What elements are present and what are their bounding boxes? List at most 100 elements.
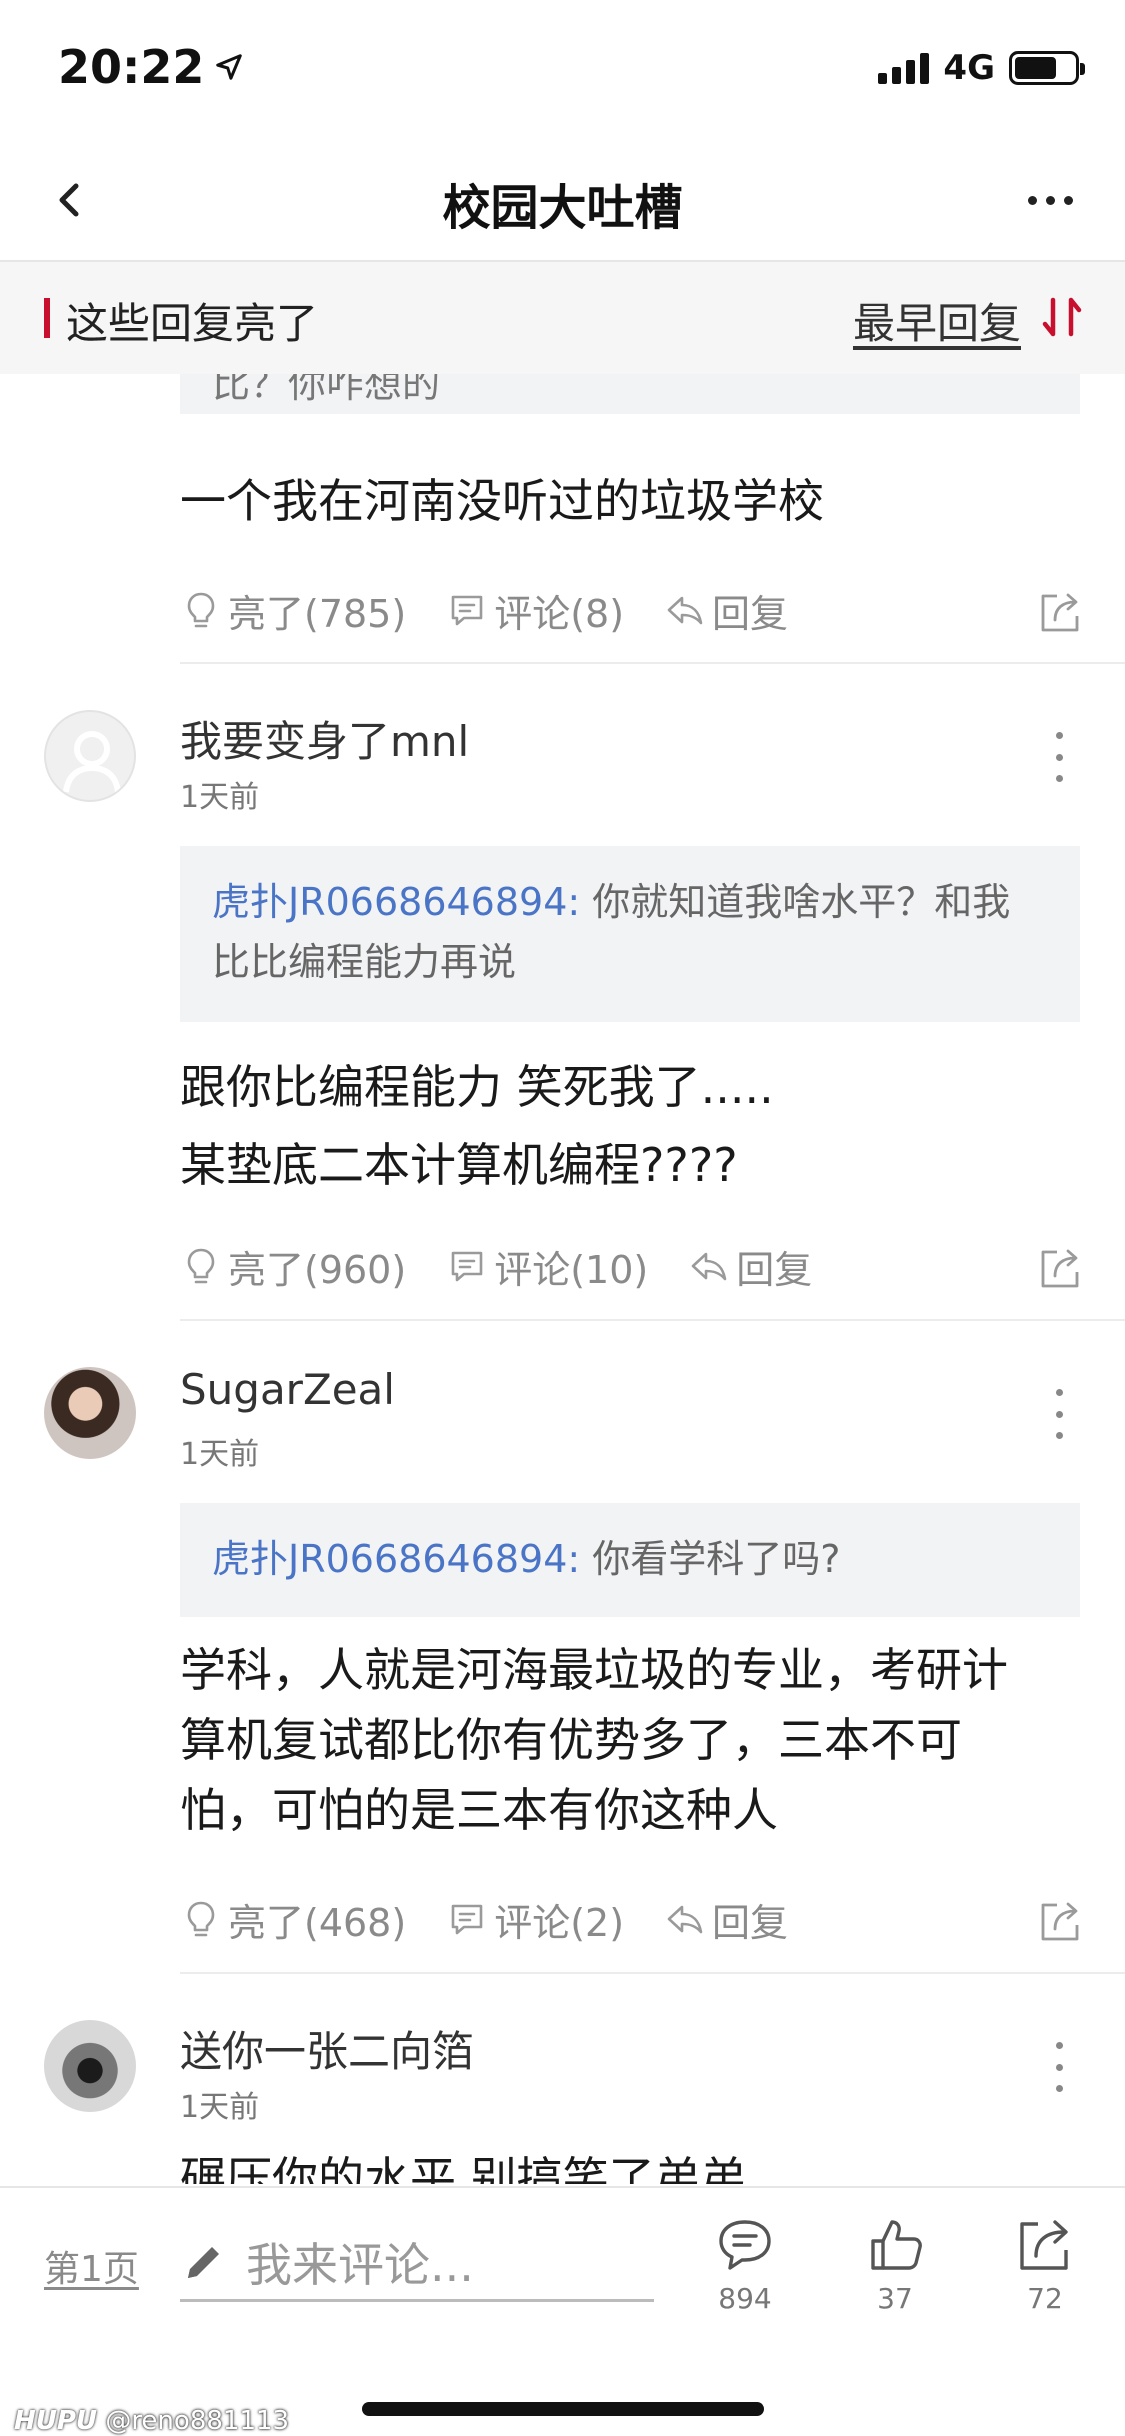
sort-bar: 这些回复亮了 最早回复	[0, 262, 1125, 374]
comment-button[interactable]: 评论(10)	[446, 1239, 648, 1294]
avatar[interactable]	[44, 1367, 136, 1459]
like-count: 37	[877, 2282, 913, 2315]
comment-icon	[719, 2220, 771, 2270]
watermark-user: @reno881113	[105, 2406, 290, 2436]
section-title: 这些回复亮了	[66, 299, 319, 348]
watermark: HUPU @reno881113	[14, 2406, 289, 2436]
quote-fragment: 比？你咋想的	[212, 374, 441, 406]
like-button[interactable]: 亮了(960)	[180, 1239, 406, 1294]
default-avatar-icon	[63, 731, 121, 793]
reply-text-line: 碾压你的水平 别搞笑了弟弟	[180, 2152, 747, 2184]
reply-item: 我要变身了mnl 1天前 虎扑JR0668646894: 你就知道我啥水平？和我…	[0, 664, 1125, 1324]
action-row: 亮了(468) 评论(2) 回复	[180, 1889, 1085, 1949]
quote-block: 比？你咋想的	[180, 374, 1080, 414]
post-time: 1天前	[180, 780, 260, 815]
like-label: 亮了(785)	[228, 591, 407, 636]
sort-order-button[interactable]: 最早回复	[853, 290, 1021, 351]
bulb-icon	[187, 1248, 215, 1284]
battery-icon	[1009, 51, 1085, 85]
post-more-button[interactable]	[1049, 1389, 1069, 1439]
reply-text-line: 一个我在河南没听过的垃圾学校	[180, 474, 824, 528]
location-arrow-icon	[216, 54, 243, 80]
signal-icon	[878, 52, 930, 84]
sort-icon[interactable]	[1037, 292, 1087, 342]
quote-block: 虎扑JR0668646894: 你就知道我啥水平？和我比比编程能力再说	[180, 846, 1080, 1022]
bulb-icon	[187, 1901, 215, 1937]
reply-button[interactable]: 回复	[664, 583, 788, 638]
bulb-icon	[187, 592, 215, 628]
more-button[interactable]	[1015, 170, 1085, 230]
reply-text-line: 学科，人就是河海最垃圾的专业，考研计	[180, 1643, 1008, 1697]
reply-button[interactable]: 回复	[664, 1892, 788, 1947]
comment-icon	[451, 1251, 483, 1282]
comment-label: 评论(10)	[494, 1247, 649, 1292]
reply-text: 碾压你的水平 别搞笑了弟弟	[180, 2144, 1080, 2184]
more-icon	[1055, 732, 1063, 739]
share-icon	[1020, 2220, 1068, 2270]
share-icon[interactable]	[1037, 1897, 1085, 1945]
share-count: 72	[1027, 2282, 1063, 2315]
status-time: 20:22	[58, 40, 244, 94]
share-icon[interactable]	[1037, 1244, 1085, 1292]
share-post-button[interactable]: 72	[990, 2214, 1100, 2315]
post-more-button[interactable]	[1049, 2042, 1069, 2092]
quote-author[interactable]: 虎扑JR0668646894:	[212, 1537, 580, 1581]
post-time: 1天前	[180, 2090, 260, 2125]
comment-button[interactable]: 评论(2)	[446, 1892, 624, 1947]
more-icon	[1027, 195, 1037, 205]
status-bar: 20:22 4G	[0, 0, 1125, 140]
bottom-bar: 第1页 我来评论... 894 37 72 HUPU @reno881113	[0, 2186, 1125, 2436]
action-row: 亮了(785) 评论(8) 回复	[180, 580, 1085, 640]
network-label: 4G	[943, 48, 995, 88]
reply-text: 一个我在河南没听过的垃圾学校	[180, 466, 1080, 536]
post-more-button[interactable]	[1049, 732, 1069, 782]
comment-button[interactable]: 评论(8)	[446, 583, 624, 638]
clock-text: 20:22	[58, 40, 205, 94]
comment-count: 894	[718, 2282, 772, 2315]
action-row: 亮了(960) 评论(10) 回复	[180, 1236, 1085, 1296]
reply-icon	[691, 1252, 727, 1281]
like-label: 亮了(960)	[228, 1247, 407, 1292]
more-icon	[1055, 2042, 1063, 2049]
reply-text: 学科，人就是河海最垃圾的专业，考研计 算机复试都比你有优势多了，三本不可 怕，可…	[180, 1635, 1080, 1845]
avatar[interactable]	[44, 2020, 136, 2112]
comment-label: 评论(8)	[494, 591, 625, 636]
share-icon[interactable]	[1037, 588, 1085, 636]
reply-text-line: 算机复试都比你有优势多了，三本不可	[180, 1713, 962, 1767]
quote-block: 虎扑JR0668646894: 你看学科了吗?	[180, 1503, 1080, 1617]
home-indicator[interactable]	[362, 2402, 764, 2416]
reply-item: 送你一张二向箔 1天前 碾压你的水平 别搞笑了弟弟	[0, 1974, 1125, 2184]
reply-item: SugarZeal 1天前 虎扑JR0668646894: 你看学科了吗? 学科…	[0, 1321, 1125, 1981]
like-button[interactable]: 亮了(785)	[180, 583, 406, 638]
page-title: 校园大吐槽	[442, 180, 683, 236]
reply-icon	[667, 596, 703, 625]
quote-author[interactable]: 虎扑JR0668646894:	[212, 880, 580, 924]
reply-button[interactable]: 回复	[688, 1239, 812, 1294]
reply-label: 回复	[712, 591, 789, 636]
username[interactable]: 我要变身了mnl	[180, 708, 469, 769]
comment-input[interactable]: 我来评论...	[180, 2224, 654, 2302]
comment-label: 评论(2)	[494, 1900, 625, 1945]
comments-button[interactable]: 894	[690, 2214, 800, 2315]
like-label: 亮了(468)	[228, 1900, 407, 1945]
like-button[interactable]: 亮了(468)	[180, 1892, 406, 1947]
reply-label: 回复	[712, 1900, 789, 1945]
reply-text: 跟你比编程能力 笑死我了..... 某垫底二本计算机编程????	[180, 1048, 1080, 1204]
like-post-button[interactable]: 37	[840, 2214, 950, 2315]
pen-icon	[188, 2246, 219, 2278]
comment-placeholder: 我来评论...	[246, 2237, 474, 2292]
reply-text-line: 跟你比编程能力 笑死我了.....	[180, 1060, 774, 1114]
more-icon	[1055, 1389, 1063, 1396]
username[interactable]: 送你一张二向箔	[180, 2018, 474, 2079]
username[interactable]: SugarZeal	[180, 1365, 395, 1414]
avatar[interactable]	[44, 710, 136, 802]
quote-text: 你看学科了吗?	[580, 1537, 841, 1581]
reply-list: 比？你咋想的 一个我在河南没听过的垃圾学校 亮了(785) 评论(8) 回复 我…	[0, 374, 1125, 2184]
nav-bar: 校园大吐槽	[0, 140, 1125, 262]
section-marker	[44, 298, 50, 338]
reply-text-line: 某垫底二本计算机编程????	[180, 1138, 738, 1192]
comment-icon	[451, 595, 483, 626]
page-selector[interactable]: 第1页	[44, 2240, 139, 2292]
comment-icon	[451, 1904, 483, 1935]
reply-icon	[667, 1905, 703, 1934]
